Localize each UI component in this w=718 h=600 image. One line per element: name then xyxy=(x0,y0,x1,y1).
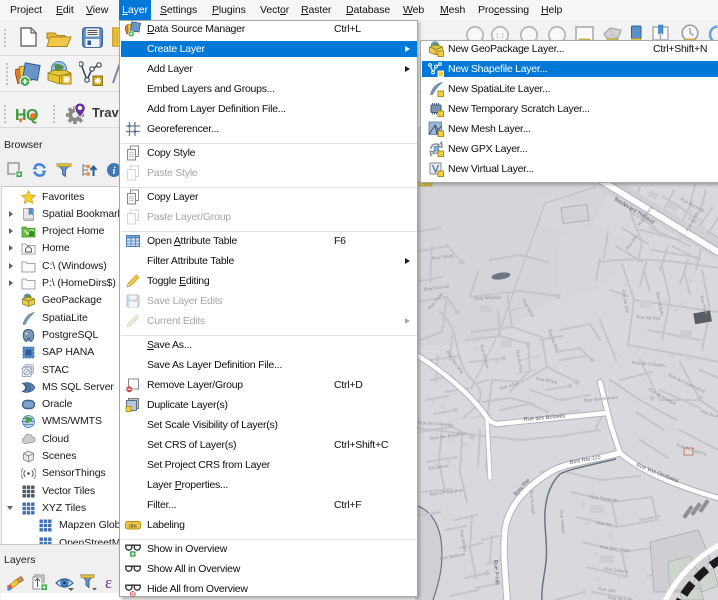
svg-text:abc: abc xyxy=(129,523,138,529)
svg-text:ε: ε xyxy=(105,573,112,592)
svg-text:i: i xyxy=(113,166,116,177)
svg-text:1:1: 1:1 xyxy=(495,33,504,40)
